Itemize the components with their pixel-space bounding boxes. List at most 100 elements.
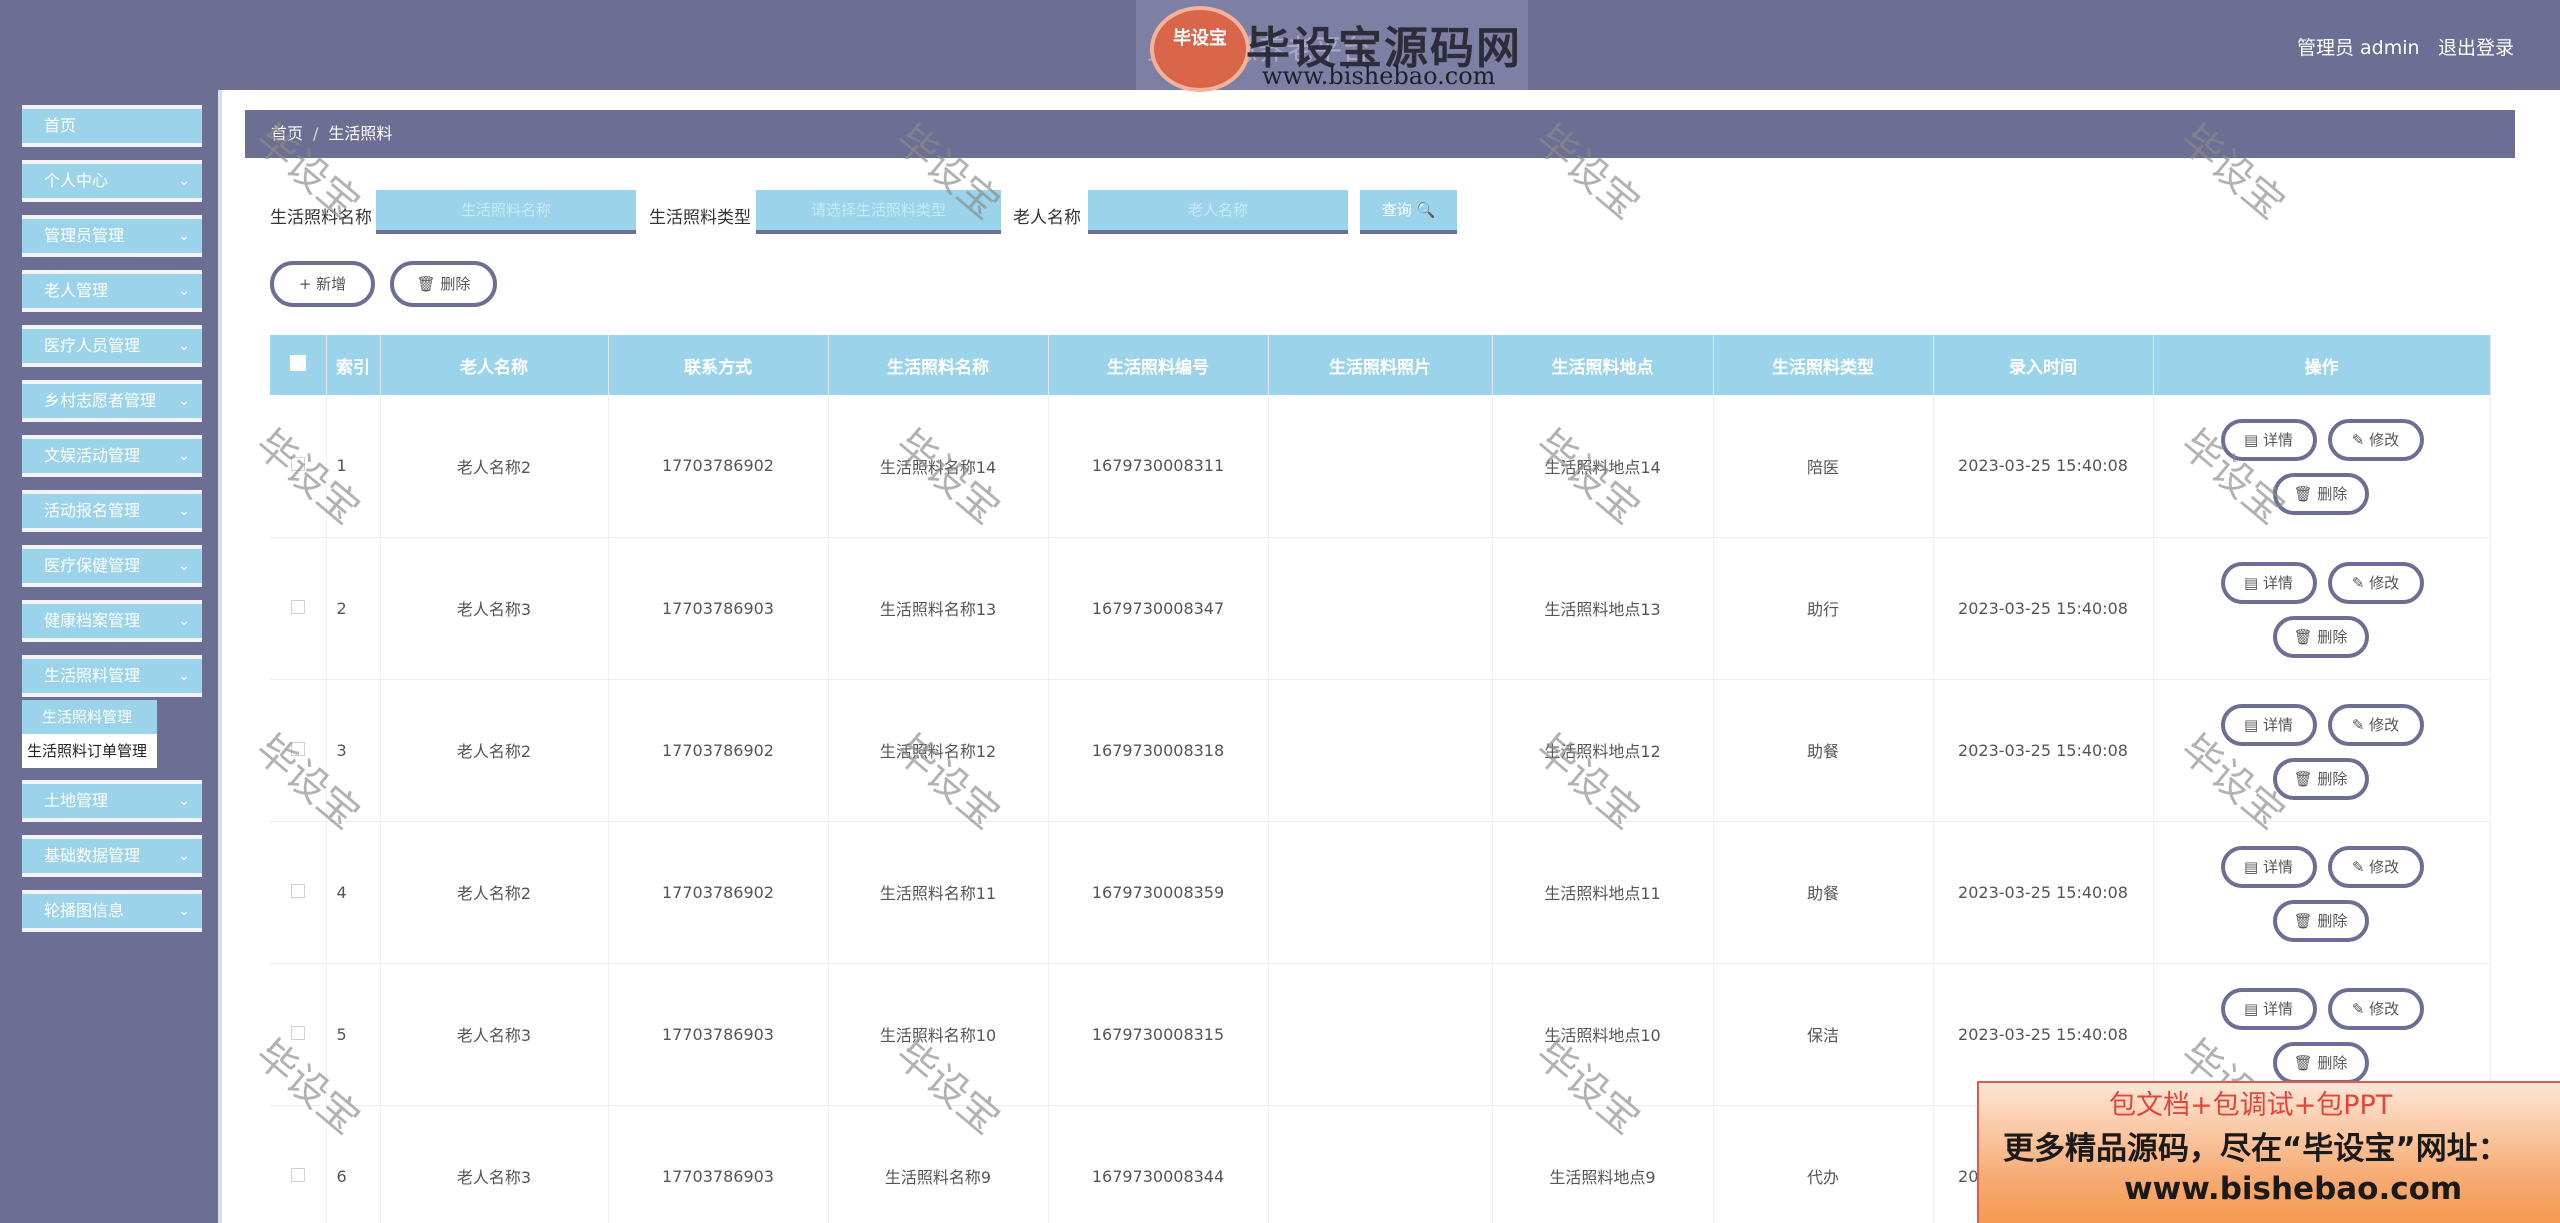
submenu-care-management[interactable]: 生活照料管理 bbox=[22, 700, 157, 734]
submenu-care-order-management[interactable]: 生活照料订单管理 bbox=[22, 734, 157, 768]
cell-time: 2023-03-25 15:40:08 bbox=[1933, 679, 2154, 822]
cell-elder: 老人名称2 bbox=[380, 821, 609, 964]
edit-icon: ✎ bbox=[2351, 715, 2370, 734]
edit-button[interactable]: ✎ 修改 bbox=[2327, 561, 2424, 604]
sidebar-item-6[interactable]: 文娱活动管理 ⌄ bbox=[22, 435, 202, 477]
col-header-photo[interactable]: 生活照料照片 bbox=[1268, 335, 1493, 395]
row-delete-button[interactable]: 🗑 删除 bbox=[2272, 899, 2369, 942]
col-header-type[interactable]: 生活照料类型 bbox=[1713, 335, 1934, 395]
detail-button[interactable]: ▤ 详情 bbox=[2220, 987, 2317, 1030]
col-header-name[interactable]: 生活照料名称 bbox=[828, 335, 1049, 395]
breadcrumb: 首页 / 生活照料 bbox=[245, 110, 2515, 158]
sidebar-item-label: 轮播图信息 bbox=[44, 901, 125, 920]
cell-photo bbox=[1268, 963, 1493, 1106]
sidebar-item-5[interactable]: 乡村志愿者管理 ⌄ bbox=[22, 380, 202, 422]
col-header-code[interactable]: 生活照料编号 bbox=[1048, 335, 1269, 395]
chevron-down-icon: ⌄ bbox=[178, 503, 190, 519]
sidebar-item-12[interactable]: 基础数据管理 ⌄ bbox=[22, 835, 202, 877]
sidebar-item-2[interactable]: 管理员管理 ⌄ bbox=[22, 215, 202, 257]
edit-button[interactable]: ✎ 修改 bbox=[2327, 419, 2424, 461]
detail-button[interactable]: ▤ 详情 bbox=[2220, 845, 2317, 888]
row-delete-button[interactable]: 🗑 删除 bbox=[2272, 757, 2369, 800]
cell-type: 代办 bbox=[1713, 1105, 1934, 1223]
detail-button[interactable]: ▤ 详情 bbox=[2220, 561, 2317, 604]
detail-button-label: 详情 bbox=[2262, 999, 2293, 1018]
detail-icon: ▤ bbox=[2244, 857, 2263, 876]
col-header-time[interactable]: 录入时间 bbox=[1933, 335, 2154, 395]
sidebar-item-1[interactable]: 个人中心 ⌄ bbox=[22, 160, 202, 202]
search-name-label: 生活照料名称 bbox=[270, 208, 372, 228]
row-checkbox[interactable] bbox=[270, 1105, 327, 1223]
search-name-input[interactable] bbox=[376, 190, 636, 234]
search-elder-input[interactable] bbox=[1088, 190, 1348, 234]
table-row: 2 老人名称3 17703786903 生活照料名称13 1679730008347 生活… bbox=[270, 537, 2491, 680]
sidebar-item-3[interactable]: 老人管理 ⌄ bbox=[22, 270, 202, 312]
edit-button[interactable]: ✎ 修改 bbox=[2327, 987, 2424, 1030]
batch-delete-button[interactable]: 🗑 删除 bbox=[390, 261, 497, 307]
breadcrumb-separator: / bbox=[313, 124, 319, 143]
ad-banner[interactable]: 包文档+包调试+包PPT 更多精品源码，尽在“毕设宝”网址： www.bishe… bbox=[1977, 1081, 2560, 1223]
chevron-down-icon: ⌄ bbox=[178, 903, 190, 919]
sidebar-item-label: 生活照料管理 bbox=[44, 666, 141, 685]
sidebar-item-13[interactable]: 轮播图信息 ⌄ bbox=[22, 890, 202, 932]
search-type-select[interactable] bbox=[756, 190, 1001, 234]
detail-button[interactable]: ▤ 详情 bbox=[2220, 419, 2317, 461]
cell-index: 1 bbox=[326, 395, 381, 538]
sidebar-item-8[interactable]: 医疗保健管理 ⌄ bbox=[22, 545, 202, 587]
add-button[interactable]: + 新增 bbox=[270, 261, 375, 307]
cell-code: 1679730008347 bbox=[1048, 537, 1269, 680]
query-button[interactable]: 查询 🔍 bbox=[1360, 190, 1457, 234]
detail-button-label: 详情 bbox=[2262, 715, 2293, 734]
sidebar-item-11[interactable]: 土地管理 ⌄ bbox=[22, 780, 202, 822]
col-header-elder[interactable]: 老人名称 bbox=[380, 335, 609, 395]
sidebar-item-label: 活动报名管理 bbox=[44, 501, 141, 520]
row-checkbox[interactable] bbox=[270, 963, 327, 1106]
detail-icon: ▤ bbox=[2244, 715, 2263, 734]
row-delete-button[interactable]: 🗑 删除 bbox=[2272, 473, 2369, 515]
detail-button-label: 详情 bbox=[2262, 573, 2293, 592]
edit-icon: ✎ bbox=[2351, 857, 2370, 876]
cell-ops: ▤ 详情✎ 修改 🗑 删除 bbox=[2153, 537, 2491, 680]
delete-icon: 🗑 bbox=[2293, 1053, 2318, 1072]
delete-icon: 🗑 bbox=[2293, 911, 2318, 930]
chevron-down-icon: ⌄ bbox=[178, 283, 190, 299]
detail-button[interactable]: ▤ 详情 bbox=[2220, 703, 2317, 746]
sidebar-item-label: 基础数据管理 bbox=[44, 846, 141, 865]
sidebar-item-9[interactable]: 健康档案管理 ⌄ bbox=[22, 600, 202, 642]
col-header-place[interactable]: 生活照料地点 bbox=[1492, 335, 1714, 395]
chevron-down-icon: ⌄ bbox=[178, 848, 190, 864]
row-checkbox[interactable] bbox=[270, 395, 327, 538]
delete-icon: 🗑 bbox=[2293, 627, 2318, 646]
ad-line-2: 更多精品源码，尽在“毕设宝”网址： bbox=[2003, 1131, 2509, 1167]
sidebar-item-10[interactable]: 生活照料管理 ⌄ bbox=[22, 655, 202, 697]
search-type-label: 生活照料类型 bbox=[649, 208, 751, 228]
select-all-checkbox[interactable] bbox=[270, 335, 327, 395]
row-checkbox[interactable] bbox=[270, 537, 327, 680]
logout-link[interactable]: 退出登录 bbox=[2438, 33, 2514, 60]
sidebar-item-7[interactable]: 活动报名管理 ⌄ bbox=[22, 490, 202, 532]
row-checkbox[interactable] bbox=[270, 679, 327, 822]
edit-button-label: 修改 bbox=[2369, 857, 2400, 876]
breadcrumb-current: 生活照料 bbox=[328, 124, 393, 143]
detail-button-label: 详情 bbox=[2262, 857, 2293, 876]
sidebar-item-label: 土地管理 bbox=[44, 791, 109, 810]
sidebar-item-label: 医疗保健管理 bbox=[44, 556, 141, 575]
detail-icon: ▤ bbox=[2244, 431, 2263, 449]
cell-code: 1679730008344 bbox=[1048, 1105, 1269, 1223]
sidebar-item-label: 文娱活动管理 bbox=[44, 446, 141, 465]
cell-code: 1679730008311 bbox=[1048, 395, 1269, 538]
breadcrumb-home[interactable]: 首页 bbox=[271, 124, 303, 143]
sidebar-item-0[interactable]: 首页 bbox=[22, 105, 202, 147]
edit-button[interactable]: ✎ 修改 bbox=[2327, 845, 2424, 888]
col-header-phone[interactable]: 联系方式 bbox=[608, 335, 829, 395]
sidebar-item-4[interactable]: 医疗人员管理 ⌄ bbox=[22, 325, 202, 367]
row-delete-button-label: 删除 bbox=[2317, 1053, 2348, 1072]
edit-button[interactable]: ✎ 修改 bbox=[2327, 703, 2424, 746]
table-header-row: 索引 老人名称 联系方式 生活照料名称 生活照料编号 生活照料照片 生活照料地点… bbox=[270, 335, 2491, 395]
row-delete-button[interactable]: 🗑 删除 bbox=[2272, 1041, 2369, 1084]
sidebar-item-label: 老人管理 bbox=[44, 281, 109, 300]
cell-type: 保洁 bbox=[1713, 963, 1934, 1106]
cell-type: 助餐 bbox=[1713, 679, 1934, 822]
row-checkbox[interactable] bbox=[270, 821, 327, 964]
row-delete-button[interactable]: 🗑 删除 bbox=[2272, 615, 2369, 658]
